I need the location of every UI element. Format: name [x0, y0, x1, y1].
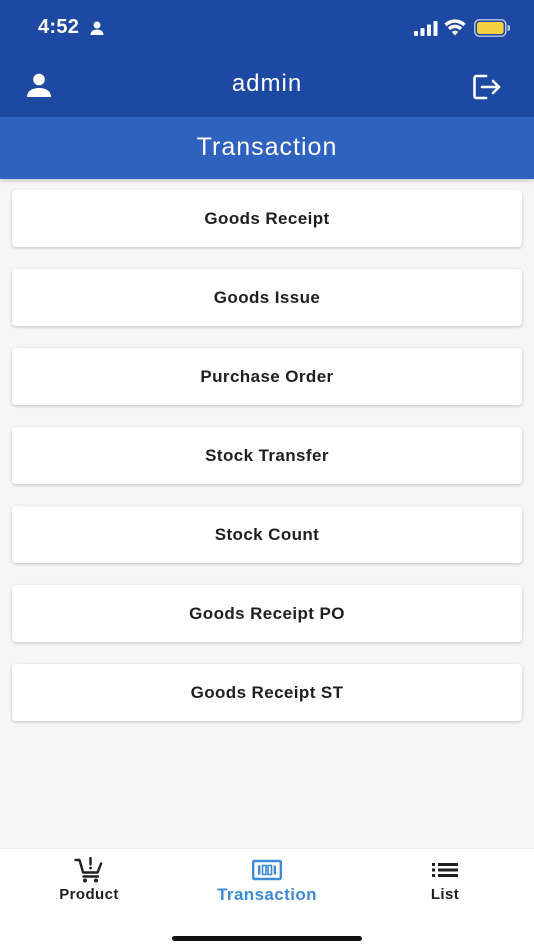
menu-item-label: Goods Receipt ST	[190, 682, 344, 702]
person-icon	[90, 21, 104, 35]
app-bar-title: admin	[231, 70, 303, 97]
nav-tab-label: Product	[59, 886, 119, 903]
nav-tab-transaction[interactable]: Transaction	[197, 857, 337, 913]
logout-icon[interactable]	[472, 73, 502, 101]
barcode-icon	[252, 859, 282, 881]
wifi-icon	[444, 19, 466, 36]
section-header: Transaction	[0, 117, 534, 179]
goods-issue-button[interactable]: Goods Issue	[12, 269, 522, 326]
menu-item-label: Purchase Order	[200, 366, 334, 386]
menu-item-label: Stock Transfer	[205, 445, 329, 465]
goods-receipt-st-button[interactable]: Goods Receipt ST	[12, 664, 522, 721]
cart-icon	[74, 857, 103, 883]
bottom-navigation: Product Transaction List	[0, 848, 534, 950]
nav-tab-label: Transaction	[217, 885, 317, 904]
cellular-signal-icon	[414, 21, 438, 36]
status-time: 4:52	[38, 16, 80, 38]
stock-transfer-button[interactable]: Stock Transfer	[12, 427, 522, 484]
goods-receipt-po-button[interactable]: Goods Receipt PO	[12, 585, 522, 642]
section-title: Transaction	[196, 133, 338, 161]
status-bar: 4:52	[0, 0, 534, 56]
stock-count-button[interactable]: Stock Count	[12, 506, 522, 563]
screen: 4:52 admin Transaction Goods Receipt Goo…	[0, 0, 534, 950]
battery-icon	[474, 19, 510, 37]
menu-item-label: Goods Receipt PO	[189, 603, 345, 623]
list-icon	[432, 863, 458, 877]
home-indicator	[172, 936, 362, 941]
nav-tab-product[interactable]: Product	[19, 857, 159, 913]
nav-tab-list[interactable]: List	[375, 857, 515, 913]
goods-receipt-button[interactable]: Goods Receipt	[12, 190, 522, 247]
top-bar: 4:52 admin	[0, 0, 534, 117]
menu-item-label: Stock Count	[214, 524, 320, 544]
nav-tab-label: List	[430, 886, 460, 903]
menu-item-label: Goods Issue	[213, 287, 321, 307]
menu-item-label: Goods Receipt	[204, 208, 330, 228]
transaction-menu: Goods Receipt Goods Issue Purchase Order…	[12, 190, 522, 743]
purchase-order-button[interactable]: Purchase Order	[12, 348, 522, 405]
